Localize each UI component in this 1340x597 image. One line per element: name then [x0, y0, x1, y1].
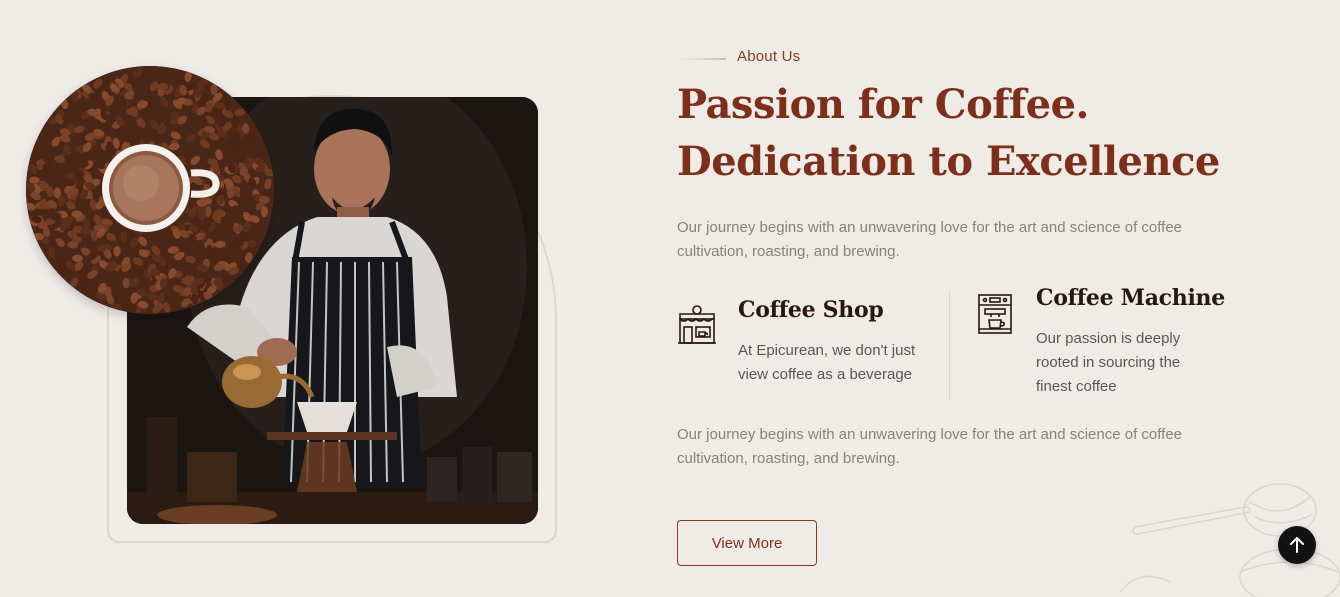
- coffee-beans-cup-image: [26, 66, 274, 314]
- about-section: About Us Passion for Coffee. Dedication …: [0, 0, 1340, 597]
- feature-title-coffee-shop: Coffee Shop: [738, 297, 884, 323]
- intro-paragraph: Our journey begins with an unwavering lo…: [677, 219, 1183, 260]
- arrow-up-icon: [1289, 536, 1305, 554]
- coffee-machine-icon: [977, 293, 1013, 340]
- scroll-to-top-button[interactable]: [1278, 526, 1316, 564]
- section-heading: Passion for Coffee. Dedication to Excell…: [677, 76, 1220, 190]
- coffee-shop-icon: [677, 305, 717, 350]
- heading-line-1: Passion for Coffee.: [677, 81, 1089, 128]
- view-more-button[interactable]: View More: [677, 520, 817, 566]
- feature-title-coffee-machine: Coffee Machine: [1036, 285, 1225, 311]
- closing-paragraph: Our journey begins with an unwavering lo…: [677, 426, 1183, 467]
- heading-line-2: Dedication to Excellence: [677, 138, 1220, 185]
- feature-desc-coffee-machine: Our passion is deeply rooted in sourcing…: [1036, 330, 1181, 395]
- about-label-line: [680, 58, 726, 60]
- section-eyebrow: About Us: [737, 48, 801, 65]
- feature-divider: [949, 290, 950, 400]
- feature-desc-coffee-shop: At Epicurean, we don't just view coffee …: [738, 342, 916, 383]
